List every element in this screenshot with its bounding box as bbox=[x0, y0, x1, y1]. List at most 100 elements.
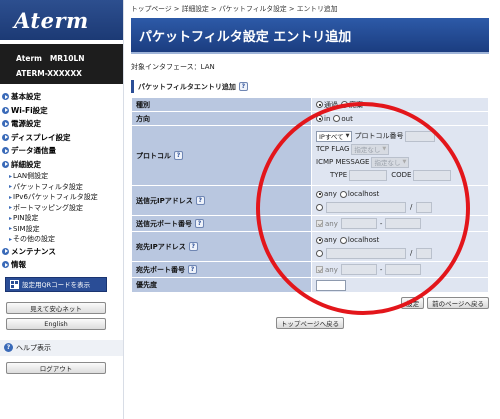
bullet-icon: ▸ bbox=[9, 225, 13, 233]
protocol-number-input[interactable] bbox=[405, 130, 436, 142]
sub-ipv6-packet-filter[interactable]: ▸ IPv6パケットフィルタ設定 bbox=[0, 192, 123, 203]
chevron-down-icon: ▼ bbox=[402, 159, 407, 165]
priority-input[interactable] bbox=[316, 279, 346, 291]
direction-value: in out bbox=[311, 111, 489, 126]
sub-other-settings[interactable]: ▸ その他の設定 bbox=[0, 234, 123, 245]
arrow-icon bbox=[2, 247, 9, 255]
source-ip-mask-input[interactable] bbox=[416, 201, 433, 213]
sub-packet-filter[interactable]: ▸ パケットフィルタ設定 bbox=[0, 182, 123, 193]
back-button[interactable]: 前のページへ戻る bbox=[427, 297, 489, 309]
help-question-icon[interactable]: ? bbox=[188, 242, 198, 251]
bullet-icon: ▸ bbox=[9, 204, 13, 212]
help-question-icon[interactable]: ? bbox=[238, 82, 248, 91]
help-question-icon[interactable]: ? bbox=[174, 151, 183, 160]
model-name: Aterm MR10LN bbox=[16, 54, 85, 63]
source-ip-any-radio[interactable] bbox=[316, 190, 323, 198]
source-port-any-checkbox[interactable] bbox=[316, 220, 323, 227]
slash-separator: / bbox=[410, 203, 413, 211]
show-qr-code-button[interactable]: 設定用QRコードを表示 bbox=[5, 276, 107, 292]
destination-ip-value: any localhost / bbox=[311, 231, 489, 262]
device-id: ATERM-XXXXXX bbox=[16, 69, 82, 78]
dash-separator: - bbox=[379, 219, 383, 228]
destination-ip-mask-input[interactable] bbox=[416, 247, 433, 259]
source-port-to-input[interactable] bbox=[385, 218, 422, 229]
nav-data-usage[interactable]: データ通信量 bbox=[0, 144, 123, 158]
logout-button[interactable]: ログアウト bbox=[6, 361, 106, 374]
nav-display-settings[interactable]: ディスプレイ設定 bbox=[0, 131, 123, 145]
destination-ip-input[interactable] bbox=[326, 247, 406, 259]
model-box: Aterm MR10LN ATERM-XXXXXX bbox=[0, 40, 123, 84]
sub-lan-settings[interactable]: ▸ LAN側設定 bbox=[0, 171, 123, 182]
form-row-destination-port: 宛先ポート番号? any - bbox=[131, 261, 489, 278]
form-row-destination-ip: 宛先IPアドレス? any localhost / bbox=[131, 231, 489, 262]
nav-power-settings[interactable]: 電源設定 bbox=[0, 117, 123, 131]
aterm-logo: Aterm bbox=[14, 7, 89, 33]
source-ip-label-cell: 送信元IPアドレス? bbox=[131, 185, 312, 216]
destination-ip-any-radio[interactable] bbox=[316, 236, 323, 244]
help-question-icon[interactable]: ? bbox=[195, 219, 204, 228]
qr-code-icon bbox=[10, 279, 19, 289]
type-pass-radio[interactable] bbox=[316, 101, 323, 108]
protocol-label-cell: プロトコル? bbox=[131, 125, 312, 186]
priority-label: 優先度 bbox=[131, 277, 312, 293]
top-button-row: トップページへ戻る bbox=[131, 317, 489, 329]
source-ip-input[interactable] bbox=[326, 201, 406, 213]
destination-ip-localhost-radio[interactable] bbox=[339, 236, 347, 244]
help-toggle[interactable]: ? ヘルプ表示 bbox=[0, 339, 123, 356]
protocol-value: IPすべて ▼ プロトコル番号 TCP FLAG 指定なし ▼ ICMP MESSA… bbox=[311, 125, 489, 186]
direction-out-radio[interactable] bbox=[333, 115, 341, 122]
english-button[interactable]: English bbox=[6, 317, 106, 330]
arrow-icon bbox=[2, 160, 9, 168]
source-ip-custom-radio[interactable] bbox=[316, 203, 323, 211]
destination-port-any-checkbox[interactable] bbox=[316, 266, 323, 273]
breadcrumb: トップページ > 詳細設定 > パケットフィルタ設定 > エントリ追加 bbox=[131, 5, 338, 13]
form-row-source-port: 送信元ポート番号? any - bbox=[131, 215, 489, 232]
form-row-type: 種別 通過 廃棄 bbox=[131, 97, 489, 112]
destination-port-to-input[interactable] bbox=[385, 264, 422, 275]
logo-area: Aterm bbox=[0, 0, 123, 40]
icmp-type-input[interactable] bbox=[349, 169, 388, 181]
protocol-number-label: プロトコル番号 bbox=[354, 132, 404, 140]
nav-maintenance[interactable]: メンテナンス bbox=[0, 245, 123, 259]
sub-pin-settings[interactable]: ▸ PIN設定 bbox=[0, 213, 123, 224]
icmp-code-input[interactable] bbox=[413, 169, 452, 181]
tcp-flag-select[interactable]: 指定なし ▼ bbox=[351, 143, 390, 155]
type-label: 種別 bbox=[131, 97, 312, 112]
help-question-icon[interactable]: ? bbox=[195, 196, 205, 205]
direction-in-radio[interactable] bbox=[316, 115, 323, 122]
help-icon: ? bbox=[4, 343, 13, 352]
bullet-icon: ▸ bbox=[9, 214, 13, 222]
sub-sim-settings[interactable]: ▸ SIM設定 bbox=[0, 224, 123, 235]
source-ip-localhost-radio[interactable] bbox=[339, 190, 347, 198]
icmp-message-select[interactable]: 指定なし ▼ bbox=[371, 156, 410, 168]
nav-advanced-settings[interactable]: 詳細設定 bbox=[0, 158, 123, 172]
icmp-message-label: ICMP MESSAGE bbox=[316, 158, 370, 166]
chevron-down-icon: ▼ bbox=[345, 133, 350, 139]
destination-port-value: any - bbox=[311, 261, 489, 278]
bullet-icon: ▸ bbox=[9, 193, 13, 201]
help-question-icon[interactable]: ? bbox=[188, 265, 197, 274]
form-row-protocol: プロトコル? IPすべて ▼ プロトコル番号 TCP FLAG 指定なし ▼ ICM… bbox=[131, 125, 489, 186]
form-row-priority: 優先度 bbox=[131, 277, 489, 293]
bullet-icon: ▸ bbox=[9, 183, 13, 191]
destination-port-from-input[interactable] bbox=[340, 264, 377, 275]
action-row: 設定 前のページへ戻る bbox=[131, 297, 489, 309]
nav-information[interactable]: 情報 bbox=[0, 258, 123, 272]
arrow-icon bbox=[2, 120, 9, 128]
chevron-down-icon: ▼ bbox=[382, 146, 387, 152]
set-button[interactable]: 設定 bbox=[401, 297, 425, 309]
protocol-select[interactable]: IPすべて ▼ bbox=[316, 130, 353, 142]
main-content: トップページ > 詳細設定 > パケットフィルタ設定 > エントリ追加 パケット… bbox=[131, 0, 500, 419]
nav-basic-settings[interactable]: 基本設定 bbox=[0, 90, 123, 104]
source-port-from-input[interactable] bbox=[340, 218, 377, 229]
sidebar: Aterm Aterm MR10LN ATERM-XXXXXX 基本設定 Wi-… bbox=[0, 0, 124, 419]
nav-wifi-settings[interactable]: Wi-Fi設定 bbox=[0, 104, 123, 118]
source-port-value: any - bbox=[311, 215, 489, 232]
page-title: パケットフィルタ設定 エントリ追加 bbox=[131, 18, 489, 54]
type-discard-radio[interactable] bbox=[341, 101, 348, 108]
mieru-anshin-net-button[interactable]: 見えて安心ネット bbox=[6, 301, 106, 314]
bullet-icon: ▸ bbox=[9, 172, 13, 180]
destination-ip-custom-radio[interactable] bbox=[316, 249, 323, 257]
sub-port-mapping[interactable]: ▸ ポートマッピング設定 bbox=[0, 203, 123, 214]
back-to-top-button[interactable]: トップページへ戻る bbox=[275, 317, 345, 329]
